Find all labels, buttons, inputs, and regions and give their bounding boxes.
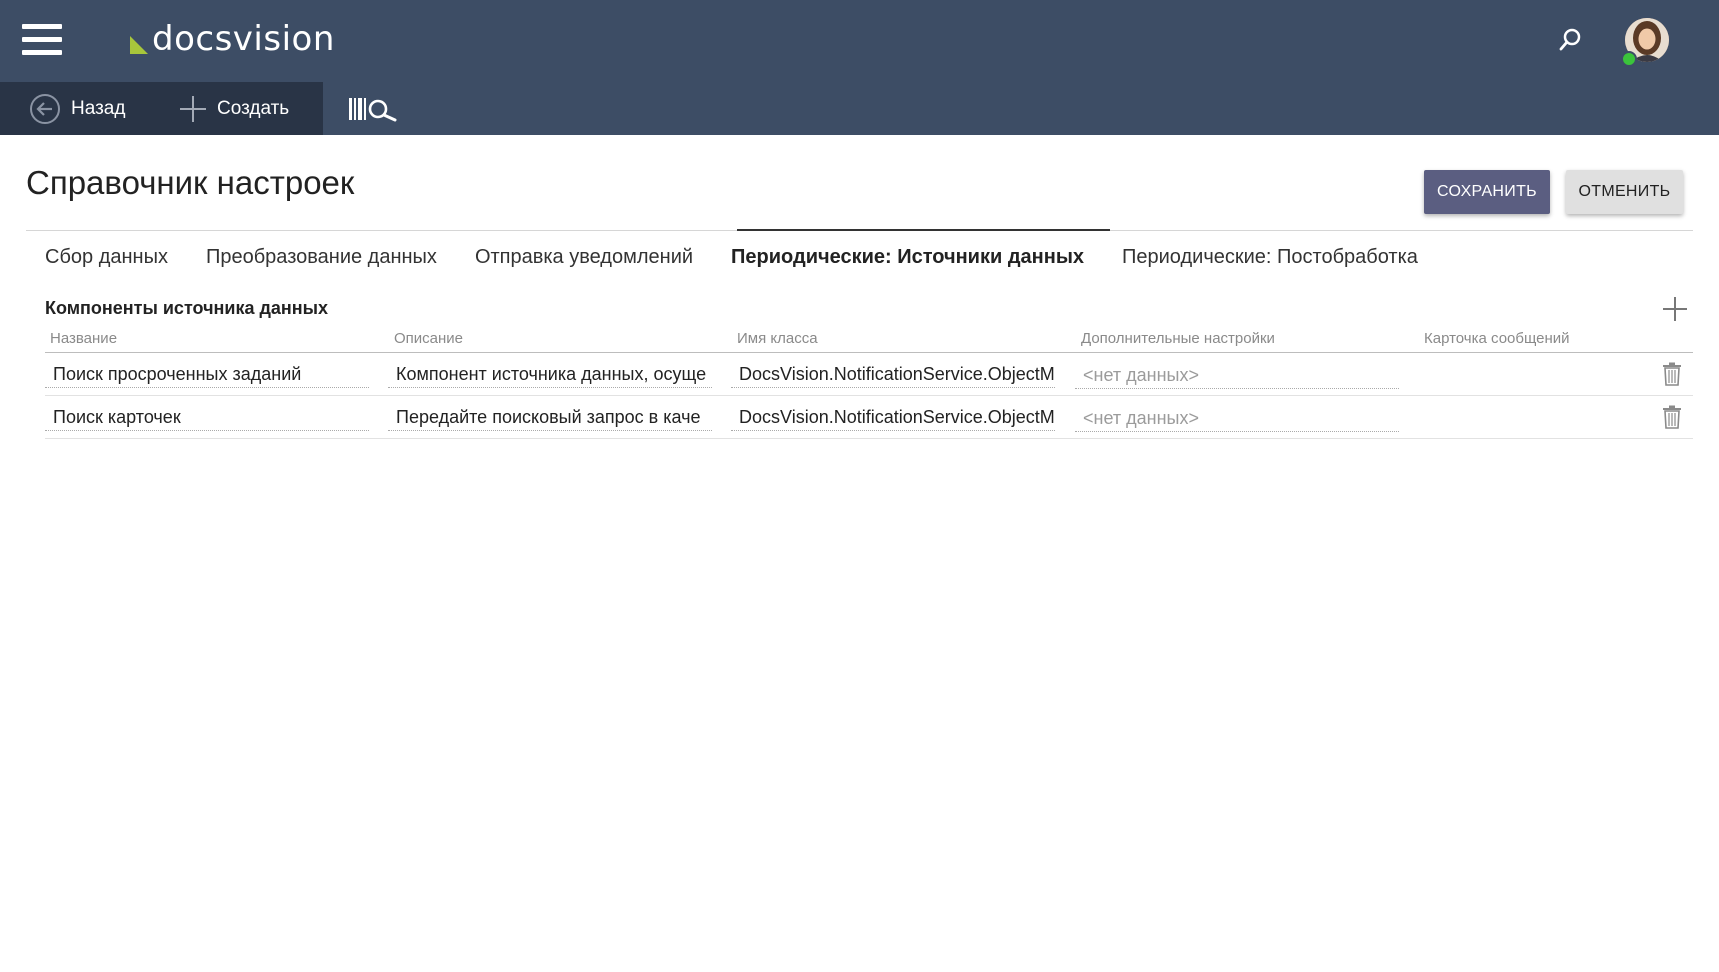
- page-title: Справочник настроек: [26, 164, 355, 201]
- row-name-field[interactable]: Поиск просроченных заданий: [45, 362, 369, 388]
- section-title: Компоненты источника данных: [45, 298, 329, 318]
- delete-row-button[interactable]: [1662, 405, 1682, 429]
- row-name-field[interactable]: Поиск карточек: [45, 405, 369, 431]
- presence-status-icon: [1621, 51, 1637, 67]
- back-label: Назад: [71, 97, 126, 119]
- create-label: Создать: [217, 97, 290, 119]
- trash-icon: [1663, 405, 1681, 429]
- app-header: docsvision: [0, 0, 1719, 82]
- tab-bar: Сбор данных Преобразование данных Отправ…: [45, 246, 1418, 276]
- delete-row-button[interactable]: [1662, 362, 1682, 386]
- plus-icon: [179, 95, 207, 123]
- create-button[interactable]: Создать: [179, 82, 289, 135]
- tab-periodic-postprocessing[interactable]: Периодические: Постобработка: [1122, 246, 1418, 276]
- tab-periodic-data-sources[interactable]: Периодические: Источники данных: [731, 246, 1084, 276]
- column-header-name: Название: [50, 330, 118, 347]
- back-arrow-icon: [29, 93, 61, 125]
- cancel-button[interactable]: ОТМЕНИТЬ: [1566, 170, 1683, 214]
- tab-data-transformation[interactable]: Преобразование данных: [206, 246, 437, 276]
- row-settings-field[interactable]: <нет данных>: [1075, 363, 1399, 389]
- logo-mark: [130, 36, 148, 54]
- trash-icon: [1663, 362, 1681, 386]
- column-header-message-card: Карточка сообщений: [1424, 330, 1570, 347]
- table-header-line: [45, 352, 1693, 353]
- tab-data-collection[interactable]: Сбор данных: [45, 246, 168, 276]
- barcode-search-icon: [347, 94, 399, 124]
- search-icon[interactable]: [1552, 22, 1588, 58]
- column-header-description: Описание: [394, 330, 464, 347]
- add-component-button[interactable]: [1662, 296, 1688, 322]
- row-settings-field[interactable]: <нет данных>: [1075, 406, 1399, 432]
- add-icon: [1663, 297, 1687, 321]
- row-class-name-field[interactable]: DocsVision.NotificationService.ObjectM: [731, 405, 1055, 431]
- back-button[interactable]: Назад: [29, 82, 125, 135]
- row-divider: [45, 438, 1693, 439]
- row-class-name-field[interactable]: DocsVision.NotificationService.ObjectM: [731, 362, 1055, 388]
- column-header-additional-settings: Дополнительные настройки: [1081, 330, 1275, 347]
- column-header-class-name: Имя класса: [737, 330, 818, 347]
- save-button[interactable]: СОХРАНИТЬ: [1424, 170, 1550, 214]
- row-divider: [45, 395, 1693, 396]
- row-description-field[interactable]: Компонент источника данных, осуще: [388, 362, 712, 388]
- barcode-search-button[interactable]: [347, 82, 409, 135]
- active-tab-indicator: [737, 229, 1110, 231]
- menu-icon[interactable]: [22, 22, 66, 56]
- logo[interactable]: docsvision: [130, 14, 335, 64]
- row-description-field[interactable]: Передайте поисковый запрос в каче: [388, 405, 712, 431]
- logo-text: docsvision: [152, 19, 335, 59]
- toolbar: Назад Создать: [0, 82, 1719, 135]
- tab-send-notifications[interactable]: Отправка уведомлений: [475, 246, 693, 276]
